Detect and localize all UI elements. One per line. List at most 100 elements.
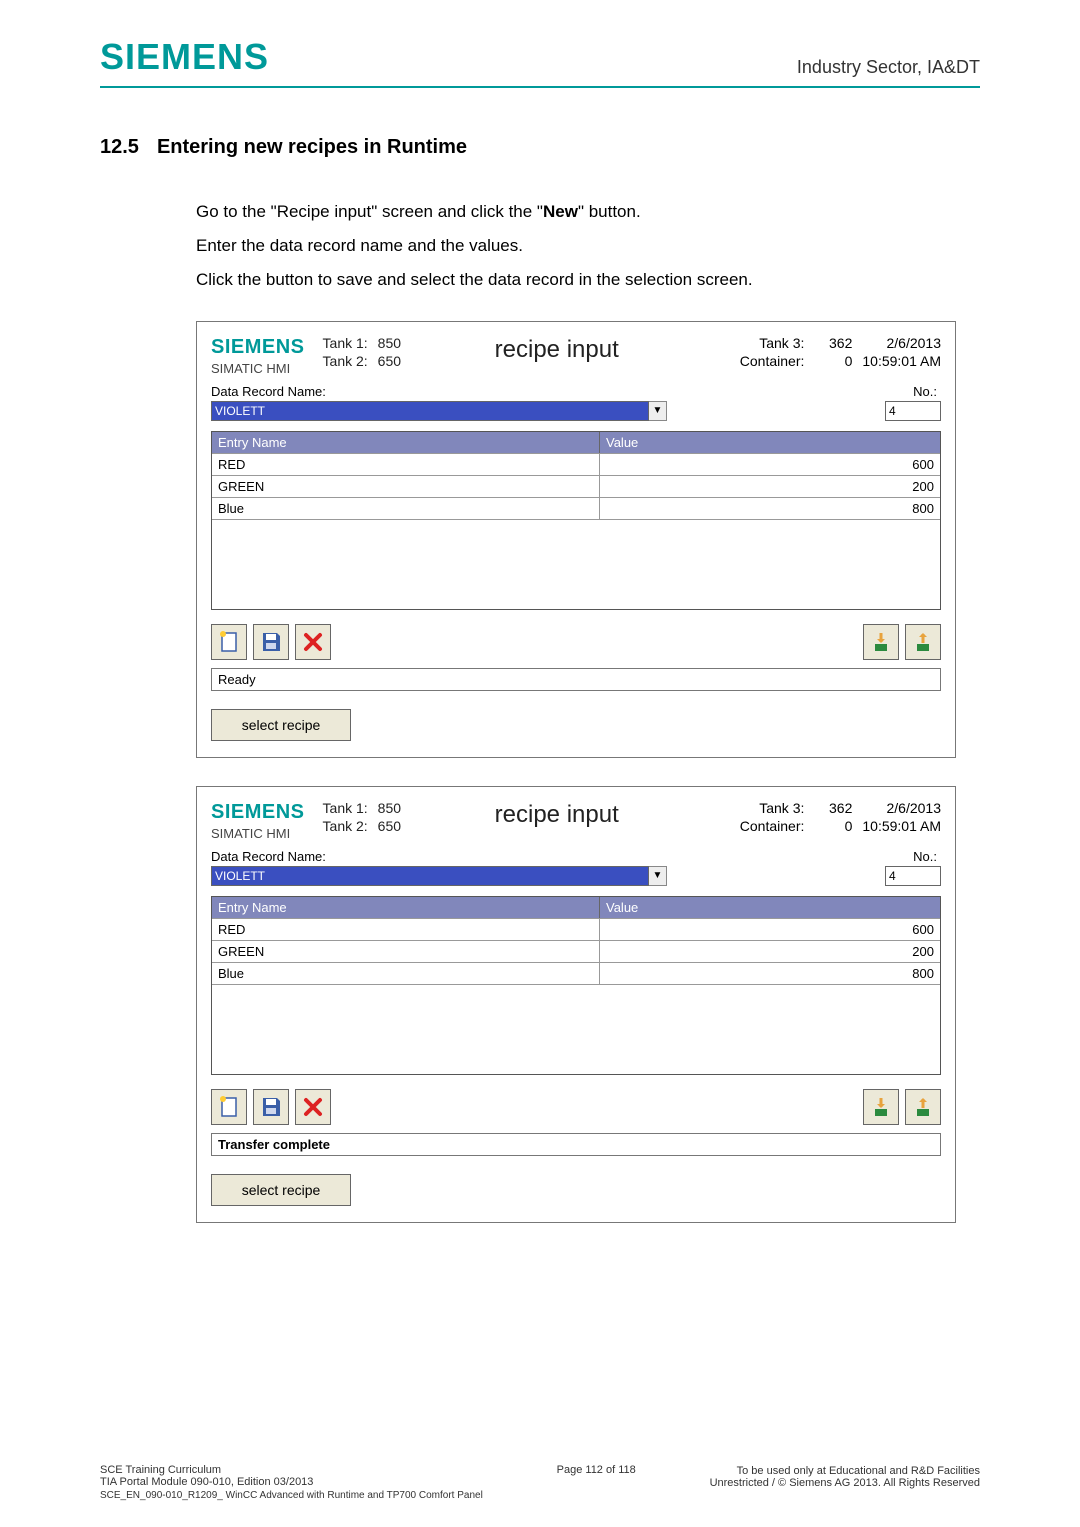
footer-left-1: SCE Training Curriculum <box>100 1464 483 1476</box>
delete-icon <box>301 1095 325 1119</box>
hmi-time: 10:59:01 AM <box>862 817 941 835</box>
grid-cell-value: 600 <box>600 454 940 475</box>
grid-cell-value: 200 <box>600 476 940 497</box>
hmi-screen-title: recipe input <box>401 334 712 365</box>
hmi-panel-1: SIEMENS SIMATIC HMI Tank 1: 850 Tank 2: … <box>196 321 956 758</box>
save-icon <box>259 1095 283 1119</box>
tank2-value: 650 <box>378 817 401 835</box>
save-record-button[interactable] <box>253 1089 289 1125</box>
table-row[interactable]: Blue 800 <box>212 497 940 519</box>
grid-header-entry: Entry Name <box>212 897 600 918</box>
tank1-value: 850 <box>378 799 401 817</box>
grid-cell-name: Blue <box>212 498 600 519</box>
upload-icon <box>911 630 935 654</box>
grid-header-entry: Entry Name <box>212 432 600 453</box>
tank1-label: Tank 1: <box>323 799 368 817</box>
tank3-value: 362 <box>818 334 852 352</box>
data-record-name-input[interactable] <box>211 866 649 886</box>
hmi-sublogo: SIMATIC HMI <box>211 361 305 378</box>
tank2-label: Tank 2: <box>323 817 368 835</box>
container-label: Container: <box>712 352 804 370</box>
download-icon <box>869 630 893 654</box>
data-record-name-dropdown[interactable]: ▼ <box>649 866 667 886</box>
container-label: Container: <box>712 817 804 835</box>
data-record-no-input[interactable] <box>885 866 941 886</box>
intro-line-3: Click the button to save and select the … <box>196 263 980 297</box>
table-row[interactable]: GREEN 200 <box>212 940 940 962</box>
grid-cell-value: 800 <box>600 498 940 519</box>
download-icon <box>869 1095 893 1119</box>
new-record-button[interactable] <box>211 1089 247 1125</box>
tank3-label: Tank 3: <box>712 334 804 352</box>
delete-icon <box>301 630 325 654</box>
hmi-time: 10:59:01 AM <box>862 352 941 370</box>
table-row[interactable]: GREEN 200 <box>212 475 940 497</box>
hmi-screen-title: recipe input <box>401 799 712 830</box>
delete-record-button[interactable] <box>295 624 331 660</box>
intro-line-1-pre: Go to the "Recipe input" screen and clic… <box>196 202 543 221</box>
select-recipe-button[interactable]: select recipe <box>211 709 351 741</box>
chevron-down-icon: ▼ <box>653 405 663 416</box>
save-record-button[interactable] <box>253 624 289 660</box>
container-value: 0 <box>818 352 852 370</box>
data-record-name-input[interactable] <box>211 401 649 421</box>
download-to-plc-button[interactable] <box>863 1089 899 1125</box>
data-record-name-dropdown[interactable]: ▼ <box>649 401 667 421</box>
status-bar: Ready <box>211 668 941 691</box>
save-icon <box>259 630 283 654</box>
recipe-grid: Entry Name Value RED 600 GREEN 200 Blue … <box>211 896 941 1075</box>
grid-cell-name: GREEN <box>212 476 600 497</box>
data-record-name-label: Data Record Name: <box>211 849 351 864</box>
intro-line-1-post: " button. <box>578 202 641 221</box>
table-row[interactable]: RED 600 <box>212 453 940 475</box>
intro-line-2: Enter the data record name and the value… <box>196 229 980 263</box>
footer-right-2: Unrestricted / © Siemens AG 2013. All Ri… <box>710 1477 980 1489</box>
recipe-grid: Entry Name Value RED 600 GREEN 200 Blue … <box>211 431 941 610</box>
grid-cell-value: 600 <box>600 919 940 940</box>
footer-mid: Page 112 of 118 <box>557 1464 636 1476</box>
section-number: 12.5 <box>100 136 139 159</box>
grid-cell-name: GREEN <box>212 941 600 962</box>
tank3-label: Tank 3: <box>712 799 804 817</box>
footer-right-1: To be used only at Educational and R&D F… <box>710 1465 980 1477</box>
tank1-label: Tank 1: <box>323 334 368 352</box>
no-label: No.: <box>881 849 937 864</box>
grid-cell-value: 200 <box>600 941 940 962</box>
grid-cell-name: RED <box>212 454 600 475</box>
doc-header-right: Industry Sector, IA&DT <box>797 57 980 78</box>
new-record-icon <box>217 630 241 654</box>
hmi-date: 2/6/2013 <box>887 799 942 817</box>
new-record-icon <box>217 1095 241 1119</box>
footer-bottom: SCE_EN_090-010_R1209_ WinCC Advanced wit… <box>100 1490 483 1501</box>
grid-header-value: Value <box>600 432 940 453</box>
download-to-plc-button[interactable] <box>863 624 899 660</box>
footer-left-2: TIA Portal Module 090-010, Edition 03/20… <box>100 1476 483 1488</box>
select-recipe-button[interactable]: select recipe <box>211 1174 351 1206</box>
grid-cell-name: Blue <box>212 963 600 984</box>
intro-line-1-bold: New <box>543 202 578 221</box>
upload-icon <box>911 1095 935 1119</box>
data-record-no-input[interactable] <box>885 401 941 421</box>
chevron-down-icon: ▼ <box>653 870 663 881</box>
no-label: No.: <box>881 384 937 399</box>
table-row[interactable]: Blue 800 <box>212 962 940 984</box>
grid-cell-value: 800 <box>600 963 940 984</box>
data-record-name-label: Data Record Name: <box>211 384 351 399</box>
upload-from-plc-button[interactable] <box>905 1089 941 1125</box>
tank2-value: 650 <box>378 352 401 370</box>
hmi-logo: SIEMENS <box>211 799 305 825</box>
new-record-button[interactable] <box>211 624 247 660</box>
upload-from-plc-button[interactable] <box>905 624 941 660</box>
section-title: Entering new recipes in Runtime <box>157 136 467 159</box>
hmi-panel-2: SIEMENS SIMATIC HMI Tank 1: 850 Tank 2: … <box>196 786 956 1223</box>
hmi-sublogo: SIMATIC HMI <box>211 826 305 843</box>
container-value: 0 <box>818 817 852 835</box>
tank1-value: 850 <box>378 334 401 352</box>
status-bar: Transfer complete <box>211 1133 941 1156</box>
grid-cell-name: RED <box>212 919 600 940</box>
delete-record-button[interactable] <box>295 1089 331 1125</box>
tank3-value: 362 <box>818 799 852 817</box>
table-row[interactable]: RED 600 <box>212 918 940 940</box>
brand-logo: SIEMENS <box>100 36 269 78</box>
grid-header-value: Value <box>600 897 940 918</box>
